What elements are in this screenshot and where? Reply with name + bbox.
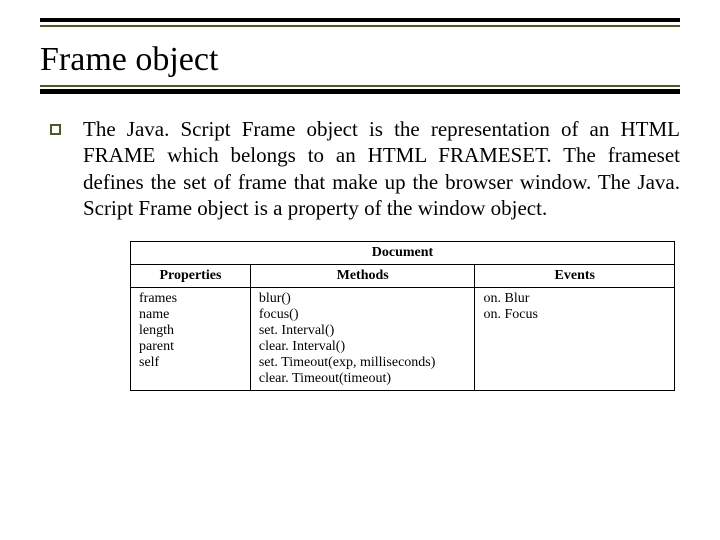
- event-item: on. Focus: [483, 307, 666, 323]
- col-header-events: Events: [475, 265, 675, 288]
- cell-events: on. Blur on. Focus: [475, 288, 675, 391]
- event-item: on. Blur: [483, 291, 666, 307]
- rule-top-thin: [40, 25, 680, 27]
- rule-under-thin: [40, 85, 680, 87]
- table-wrap: Document Properties Methods Events frame…: [130, 241, 675, 391]
- method-item: clear. Interval(): [259, 339, 467, 355]
- table-span-header: Document: [131, 242, 675, 265]
- cell-properties: frames name length parent self: [131, 288, 251, 391]
- document-table: Document Properties Methods Events frame…: [130, 241, 675, 391]
- method-item: focus(): [259, 307, 467, 323]
- prop-item: name: [139, 307, 242, 323]
- prop-item: length: [139, 323, 242, 339]
- bullet-square-icon: [50, 124, 61, 135]
- prop-item: self: [139, 355, 242, 371]
- rule-under-thick: [40, 89, 680, 94]
- slide-title: Frame object: [40, 41, 680, 79]
- body-row: The Java. Script Frame object is the rep…: [40, 116, 680, 221]
- prop-item: parent: [139, 339, 242, 355]
- method-item: clear. Timeout(timeout): [259, 371, 467, 387]
- method-item: set. Interval(): [259, 323, 467, 339]
- col-header-properties: Properties: [131, 265, 251, 288]
- col-header-methods: Methods: [250, 265, 475, 288]
- prop-item: frames: [139, 291, 242, 307]
- body-paragraph: The Java. Script Frame object is the rep…: [83, 116, 680, 221]
- cell-methods: blur() focus() set. Interval() clear. In…: [250, 288, 475, 391]
- method-item: blur(): [259, 291, 467, 307]
- method-item: set. Timeout(exp, milliseconds): [259, 355, 467, 371]
- slide: Frame object The Java. Script Frame obje…: [0, 0, 720, 421]
- rule-top-thick: [40, 18, 680, 22]
